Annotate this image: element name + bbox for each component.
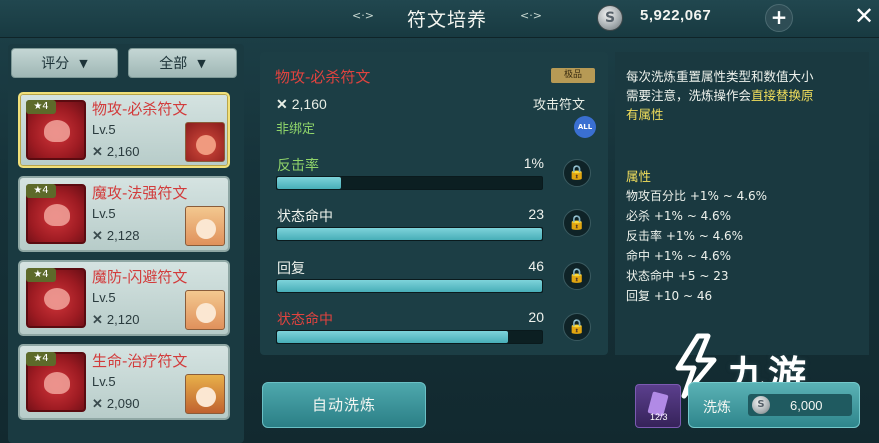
title-ornament-right-icon: <·> — [520, 9, 542, 22]
swords-icon: ✕ — [92, 312, 103, 327]
silver-coin-icon: S — [752, 396, 770, 414]
title-wrap: 符文培养 — [352, 4, 542, 32]
bind-status: 非绑定 — [276, 122, 316, 137]
wash-cost: 6,000 — [790, 398, 823, 413]
character-portrait — [185, 374, 225, 414]
rune-score: ✕ 2,090 — [92, 396, 139, 412]
star-badge: ★4 — [26, 352, 56, 366]
swords-icon: ✕ — [92, 396, 103, 411]
rune-score: ✕ 2,128 — [92, 228, 139, 244]
character-portrait — [185, 206, 225, 246]
rune-name: 生命-治疗符文 — [92, 352, 188, 370]
attribute-range: 物攻百分比 +1% ~ 4.6% — [626, 189, 768, 203]
rune-card[interactable]: ★4 生命-治疗符文 Lv.5 ✕ 2,090 — [18, 344, 230, 420]
attribute-value: 20 — [528, 309, 544, 325]
rune-level: Lv.5 — [92, 122, 116, 137]
currency-value: 5,922,067 — [640, 7, 712, 24]
swords-icon: ✕ — [92, 228, 103, 243]
attribute-bar-fill — [277, 228, 542, 240]
attribute-range: 反击率 +1% ~ 4.6% — [626, 229, 744, 243]
attribute-label: 状态命中 — [277, 312, 333, 328]
attribute-bar-fill — [277, 177, 341, 189]
attribute-label: 状态命中 — [277, 209, 333, 225]
swords-icon: ✕ — [92, 144, 103, 159]
category-dropdown[interactable]: 全部 ▼ — [128, 48, 237, 78]
add-currency-button[interactable]: + — [765, 4, 793, 32]
all-class-badge: ALL — [574, 116, 596, 138]
star-badge: ★4 — [26, 184, 56, 198]
attribute-range: 必杀 +1% ~ 4.6% — [626, 209, 732, 223]
chevron-down-icon: ▼ — [79, 56, 88, 70]
rune-level: Lv.5 — [92, 290, 116, 305]
attribute-range-heading: 属性 — [626, 169, 652, 184]
rune-card[interactable]: ★4 魔防-闪避符文 Lv.5 ✕ 2,120 — [18, 260, 230, 336]
rune-score-value: 2,128 — [106, 228, 140, 243]
wash-description: 每次洗炼重置属性类型和数值大小 需要注意，洗炼操作会直接替换原有属性 — [626, 67, 826, 124]
attribute-bar — [276, 279, 543, 293]
rune-score-value: 2,120 — [106, 312, 140, 327]
rune-score: ✕ 2,120 — [92, 312, 139, 328]
attribute-bar — [276, 330, 543, 344]
rune-card[interactable]: ★4 物攻-必杀符文 Lv.5 ✕ 2,160 — [18, 92, 230, 168]
rune-name: 魔防-闪避符文 — [92, 268, 188, 286]
rune-score-value: 2,090 — [106, 396, 140, 411]
wash-description-line: 每次洗炼重置属性类型和数值大小 — [626, 69, 814, 84]
character-portrait — [185, 122, 225, 162]
rune-level: Lv.5 — [92, 374, 116, 389]
close-icon[interactable]: ✕ — [850, 2, 878, 30]
auto-wash-button[interactable]: 自动洗炼 — [262, 382, 426, 428]
wash-button-label: 洗炼 — [703, 400, 731, 416]
category-dropdown-label: 全部 — [159, 56, 188, 72]
attribute-range: 状态命中 +5 ~ 23 — [626, 269, 729, 283]
star-badge: ★4 — [26, 100, 56, 114]
rune-score: ✕ 2,160 — [92, 144, 139, 160]
rune-detail-score-value: 2,160 — [291, 96, 327, 112]
rune-score-value: 2,160 — [106, 144, 140, 159]
attribute-value: 1% — [523, 155, 544, 171]
lock-icon[interactable]: 🔒 — [563, 313, 591, 341]
attribute-label: 回复 — [277, 261, 305, 277]
attribute-value: 46 — [528, 258, 544, 274]
lock-icon[interactable]: 🔒 — [563, 262, 591, 290]
swords-icon: ✕ — [276, 96, 288, 112]
rune-detail-name: 物攻-必杀符文 — [275, 68, 371, 86]
rune-level: Lv.5 — [92, 206, 116, 221]
attribute-value: 23 — [528, 206, 544, 222]
wash-warning-text: 需要注意，洗炼操作会 — [626, 88, 752, 103]
rune-name: 魔攻-法强符文 — [92, 184, 188, 202]
sort-dropdown-label: 评分 — [41, 56, 70, 72]
rune-type: 攻击符文 — [533, 98, 586, 113]
attribute-bar — [276, 227, 543, 241]
wash-warning: 需要注意，洗炼操作会直接替换原有属性 — [626, 86, 826, 124]
attribute-bar-fill — [277, 280, 542, 292]
lock-icon[interactable]: 🔒 — [563, 159, 591, 187]
character-portrait — [185, 290, 225, 330]
attribute-bar — [276, 176, 543, 190]
rune-card[interactable]: ★4 魔攻-法强符文 Lv.5 ✕ 2,128 — [18, 176, 230, 252]
material-count: 12/3 — [650, 412, 668, 422]
silver-coin-icon: S — [597, 5, 623, 31]
quality-badge: 极品 — [551, 68, 595, 83]
star-badge: ★4 — [26, 268, 56, 282]
chevron-down-icon: ▼ — [197, 56, 206, 70]
attribute-range: 命中 +1% ~ 4.6% — [626, 249, 732, 263]
page-title: 符文培养 — [406, 8, 487, 31]
attribute-label: 反击率 — [277, 158, 319, 174]
attribute-bar-fill — [277, 331, 508, 343]
lock-icon[interactable]: 🔒 — [563, 209, 591, 237]
rune-cultivation-screen: <·> 符文培养 <·> S 5,922,067 + ✕ 评分 ▼ 全部 ▼ ★… — [0, 0, 879, 443]
sort-dropdown[interactable]: 评分 ▼ — [11, 48, 118, 78]
attribute-range: 回复 +10 ~ 46 — [626, 289, 713, 303]
rune-name: 物攻-必杀符文 — [92, 100, 188, 118]
rune-detail-score: ✕ 2,160 — [276, 96, 327, 113]
